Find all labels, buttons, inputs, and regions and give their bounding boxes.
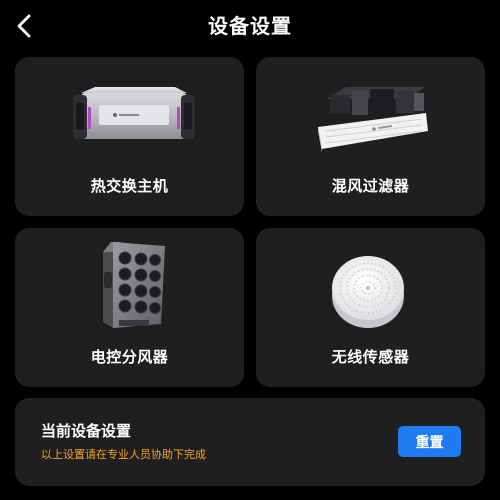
wireless-sensor-image [332,256,404,328]
device-label-mixing-filter: 混风过滤器 [331,177,410,195]
settings-notice: 以上设置请在专业人员协助下完成 [41,448,206,461]
settings-title: 当前设备设置 [41,422,132,440]
page-title: 设备设置 [208,14,292,38]
air-distributor-image [103,242,165,328]
device-label-wireless-sensor: 无线传感器 [331,348,410,366]
heat-exchanger-image [73,87,195,139]
device-card-heat-exchanger[interactable]: 热交换主机 [15,57,244,216]
current-settings-panel: 当前设备设置 以上设置请在专业人员协助下完成 重置 [15,398,485,486]
top-bar: 设备设置 [0,0,500,52]
mixing-filter-image [318,87,428,153]
device-card-wireless-sensor[interactable]: 无线传感器 [256,228,485,387]
device-label-air-distributor: 电控分风器 [90,348,169,366]
device-card-mixing-filter[interactable]: 混风过滤器 [256,57,485,216]
device-label-heat-exchanger: 热交换主机 [90,177,169,195]
reset-button[interactable]: 重置 [398,426,461,457]
device-card-air-distributor[interactable]: 电控分风器 [15,228,244,387]
